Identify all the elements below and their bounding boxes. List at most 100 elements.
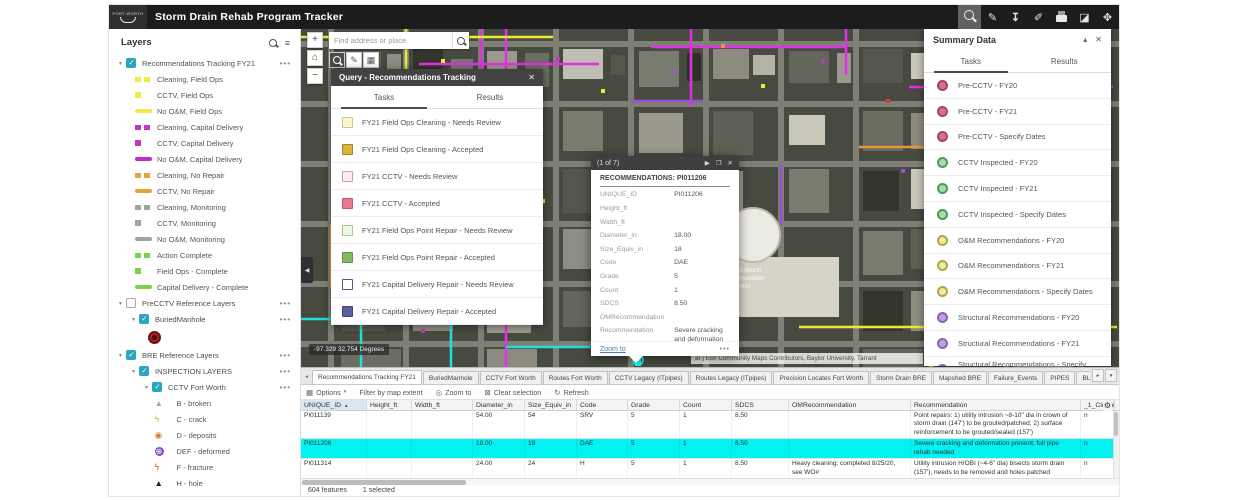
collapse-icon[interactable]: ▴ [1083, 35, 1087, 44]
layer-row[interactable]: ▾ Action Complete ••• [109, 247, 300, 263]
expand-caret-icon[interactable]: ▾ [119, 300, 122, 307]
close-icon[interactable]: ✕ [1095, 35, 1102, 44]
select-tool-button[interactable] [329, 52, 345, 68]
layer-row[interactable]: ▾ H - hole ••• [109, 475, 300, 491]
expand-caret-icon[interactable]: ▾ [132, 368, 135, 375]
draw-tool-button[interactable]: ✎ [346, 52, 362, 68]
table-toolbar-button[interactable]: Filter by map extent [359, 388, 422, 397]
layer-row[interactable]: ▾ CCTV, Monitoring ••• [109, 215, 300, 231]
header-tool-icon[interactable] [1050, 5, 1073, 29]
zoom-in-button[interactable]: + [307, 32, 323, 48]
layer-row[interactable]: ▾ Field Ops - Complete ••• [109, 263, 300, 279]
zoom-out-button[interactable]: − [307, 68, 323, 84]
layer-row[interactable]: ▾ BRE Reference Layers ••• [109, 347, 300, 363]
layer-menu-button[interactable]: ••• [280, 59, 291, 68]
table-row[interactable]: PI011139 54.00 54 SRV 5 1 8.50 Point rep… [301, 411, 1119, 439]
summary-tab[interactable]: Tasks [924, 50, 1018, 72]
tabs-scroll-left-icon[interactable]: ◂ [301, 374, 312, 384]
layer-row[interactable]: ▾ Recommendations Tracking FY21 ••• [109, 55, 300, 71]
header-tool-icon[interactable] [958, 5, 981, 29]
zoom-to-link[interactable]: Zoom to [600, 346, 626, 353]
table-tab[interactable]: Recommendations Tracking FY21 [312, 370, 422, 384]
table-tab[interactable]: CCTV Fort Worth [480, 371, 542, 384]
column-header[interactable]: Height_ft [367, 400, 412, 410]
layer-row[interactable]: ▾ BuriedManhole ••• [109, 311, 300, 327]
summary-item[interactable]: Pre-CCTV - FY20 [924, 73, 1111, 99]
layer-menu-button[interactable]: ••• [280, 367, 291, 376]
home-button[interactable]: ⌂ [307, 50, 323, 66]
collapse-sidebar-button[interactable]: ◀ [301, 257, 313, 283]
layer-row[interactable]: ▾ B - broken ••• [109, 395, 300, 411]
table-tab[interactable]: BLDG_FOOTPRINTS [1076, 371, 1090, 384]
table-tab[interactable]: Routes Fort Worth [543, 371, 608, 384]
query-task-item[interactable]: FY21 Capital Delivery Repair - Accepted [331, 298, 543, 325]
expand-caret-icon[interactable]: ▾ [145, 384, 148, 391]
layer-checkbox[interactable] [126, 298, 136, 308]
layer-row[interactable]: ▾ No O&M, Field Ops ••• [109, 103, 300, 119]
summary-item[interactable]: CCTV Inspected - FY20 [924, 150, 1111, 176]
table-toolbar-button[interactable]: Options [306, 388, 346, 397]
query-task-item[interactable]: FY21 Field Ops Cleaning - Needs Review [331, 109, 543, 136]
layer-row[interactable]: ▾ CCTV, No Repair ••• [109, 183, 300, 199]
query-tab[interactable]: Tasks [331, 86, 437, 108]
column-header[interactable]: SDCS [732, 400, 789, 410]
layer-row[interactable]: ▾ CCTV, Field Ops ••• [109, 87, 300, 103]
layer-checkbox[interactable] [126, 58, 136, 68]
layer-row[interactable]: ▾ D - deposits ••• [109, 427, 300, 443]
tabs-menu-icon[interactable]: ▾ [1105, 369, 1117, 382]
summary-item[interactable]: Pre-CCTV - Specify Dates [924, 125, 1111, 151]
table-tab[interactable]: Precision Locates Fort Worth [773, 371, 869, 384]
header-tool-icon[interactable] [1073, 5, 1096, 29]
summary-item[interactable]: Pre-CCTV - FY21 [924, 99, 1111, 125]
layer-menu-button[interactable]: ••• [280, 299, 291, 308]
expand-caret-icon[interactable]: ▾ [119, 352, 122, 359]
column-header[interactable]: Size_Equiv_in [525, 400, 577, 410]
table-vertical-scrollbar[interactable] [1113, 411, 1119, 478]
layer-menu-button[interactable]: ••• [280, 351, 291, 360]
table-tab[interactable]: BuriedManhole [423, 371, 479, 384]
table-toolbar-button[interactable]: Zoom to [436, 388, 472, 397]
search-input[interactable] [329, 32, 452, 49]
table-row[interactable]: PI011314 24.00 24 H 5 1 8.50 Heavy clean… [301, 459, 1119, 478]
header-tool-icon[interactable] [1096, 5, 1119, 29]
summary-item[interactable]: O&M Recommendations - FY20 [924, 228, 1111, 254]
summary-item[interactable]: CCTV Inspected - Specify Dates [924, 202, 1111, 228]
layer-menu-button[interactable]: ••• [280, 315, 291, 324]
field-options-gear-icon[interactable]: ⚙ [1103, 400, 1112, 411]
layer-row[interactable]: ▾ No O&M, Monitoring ••• [109, 231, 300, 247]
layer-row[interactable]: ▾ ••• [109, 327, 300, 347]
column-header[interactable]: Recommendation [911, 400, 1081, 410]
layer-search-icon[interactable] [269, 39, 277, 47]
layer-row[interactable]: ▾ DEF - deformed ••• [109, 443, 300, 459]
summary-item[interactable]: CCTV Inspected - FY21 [924, 176, 1111, 202]
column-header[interactable]: Grade [628, 400, 680, 410]
column-header[interactable]: Count [680, 400, 732, 410]
table-horizontal-scrollbar[interactable] [301, 478, 1119, 485]
query-task-item[interactable]: FY21 Field Ops Point Repair - Accepted [331, 244, 543, 271]
table-tab[interactable]: Failure_Events [988, 371, 1043, 384]
table-tab[interactable]: Routes Legacy (ITpipes) [690, 371, 773, 384]
search-button[interactable] [452, 32, 469, 49]
header-tool-icon[interactable] [1004, 5, 1027, 29]
header-tool-icon[interactable] [981, 5, 1004, 29]
close-icon[interactable]: ✕ [528, 73, 535, 82]
layer-row[interactable]: ▾ C - crack ••• [109, 411, 300, 427]
next-feature-icon[interactable]: ▶ [705, 159, 710, 167]
layer-row[interactable]: ▾ Capital Delivery - Complete ••• [109, 279, 300, 295]
layer-row[interactable]: ▾ CCTV, Capital Delivery ••• [109, 135, 300, 151]
layer-row[interactable]: ▾ CCTV Fort Worth ••• [109, 379, 300, 395]
column-header[interactable]: OMRecommendation [789, 400, 911, 410]
close-icon[interactable]: ✕ [728, 159, 733, 167]
column-header[interactable]: UNIQUE_ID [301, 400, 367, 410]
layer-row[interactable]: ▾ Cleaning, Capital Delivery ••• [109, 119, 300, 135]
table-tab[interactable]: PIPES [1044, 371, 1075, 384]
scrollbar-thumb[interactable] [302, 480, 466, 485]
summary-item[interactable]: O&M Recommendations - Specify Dates [924, 279, 1111, 305]
tabs-scroll-right-icon[interactable]: ▸ [1092, 369, 1104, 382]
table-toolbar-button[interactable]: Clear selection [484, 388, 541, 397]
layer-menu-button[interactable]: ••• [280, 383, 291, 392]
expand-caret-icon[interactable]: ▾ [119, 60, 122, 67]
table-tab[interactable]: Storm Drain BRE [870, 371, 932, 384]
table-tab[interactable]: Mapshed BRE [933, 371, 987, 384]
column-header[interactable]: Diameter_in [473, 400, 525, 410]
